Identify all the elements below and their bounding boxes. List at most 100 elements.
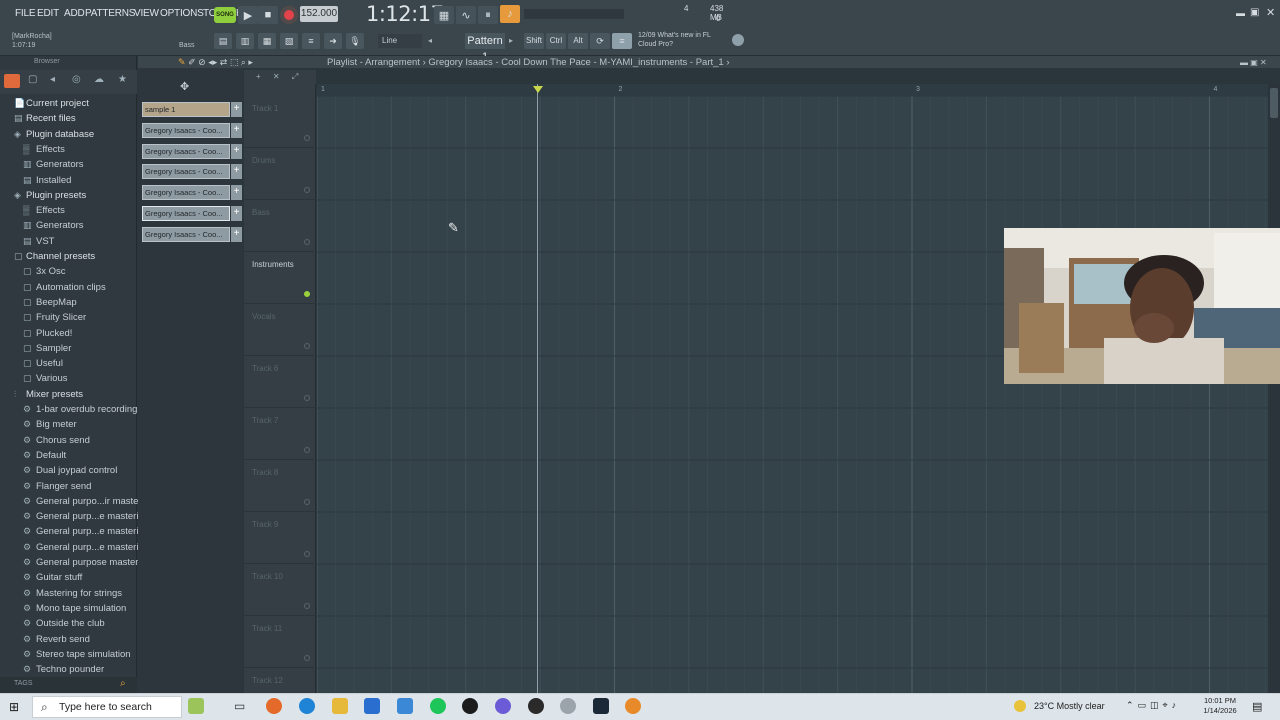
browser-item[interactable]: ⚙ Chorus send [0, 433, 137, 448]
track-header[interactable]: Instruments [244, 252, 316, 304]
menu-patterns[interactable]: PATTERNS [85, 8, 135, 19]
track-mute-icon[interactable] [304, 551, 310, 557]
clip-item[interactable]: Gregory Isaacs - Coo... [142, 185, 230, 201]
notification-icon[interactable]: ▤ [1252, 700, 1262, 713]
track-mute-icon[interactable] [304, 343, 310, 349]
track-header[interactable]: Track 1 [244, 96, 316, 148]
file-icon[interactable]: ▢ [28, 74, 37, 85]
brush-icon[interactable]: ✐ [188, 57, 196, 67]
move-icon[interactable]: ✥ [180, 80, 189, 93]
alt-key-button[interactable]: Alt [568, 33, 588, 49]
browser-item[interactable]: ▤ Recent files [0, 111, 137, 126]
prev-pattern-button[interactable]: ◂ [428, 33, 438, 49]
menu-edit[interactable]: EDIT [37, 8, 59, 19]
browser-item[interactable]: ⚙ Big meter [0, 417, 137, 432]
pencil-icon[interactable]: ✎ [178, 57, 186, 67]
browser-item[interactable]: ⚙ Mastering for strings [0, 586, 137, 601]
track-mute-icon[interactable] [304, 135, 310, 141]
countdown-button[interactable]: ∿ [456, 6, 476, 24]
account-icon[interactable] [732, 34, 744, 46]
star-icon[interactable]: ★ [118, 74, 127, 85]
track-header[interactable]: Track 8 [244, 460, 316, 512]
browser-item[interactable]: ▢ Sampler [0, 341, 137, 356]
plugin-picker-button[interactable]: ➜ [324, 33, 342, 49]
menu-view[interactable]: VIEW [134, 8, 159, 19]
clip-add-icon[interactable]: + [231, 122, 242, 138]
menu-options[interactable]: OPTIONS [160, 8, 204, 19]
blend-notes-button[interactable]: ♪ [500, 5, 520, 23]
browser-item[interactable]: ⚙ Stereo tape simulation [0, 647, 137, 662]
clip-add-icon[interactable]: + [231, 226, 242, 242]
online-button[interactable]: ⟳ [590, 33, 610, 49]
browser-item[interactable]: ⚙ Guitar stuff [0, 570, 137, 585]
play-button[interactable]: ▶ [238, 6, 258, 24]
browser-item[interactable]: ⫶ Mixer presets [0, 387, 137, 402]
shift-key-button[interactable]: Shift [524, 33, 544, 49]
track-mute-icon[interactable] [304, 499, 310, 505]
browser-item[interactable]: ⚙ Outside the club [0, 616, 137, 631]
browser-item[interactable]: ⚙ Dual joypad control [0, 463, 137, 478]
metronome-button[interactable]: ▦ [434, 6, 454, 24]
window-close-icon[interactable]: ✕ [1266, 6, 1275, 19]
browser-item[interactable]: ▤ Installed [0, 173, 137, 188]
browser-item[interactable]: ▒ Effects [0, 142, 137, 157]
task-view-icon[interactable]: ▭ [234, 699, 245, 713]
windows-start-icon[interactable]: ⊞ [9, 700, 19, 714]
color-app-icon[interactable] [266, 698, 282, 714]
store-icon[interactable] [364, 698, 380, 714]
playhead-marker[interactable] [533, 86, 543, 93]
clip-item[interactable]: Gregory Isaacs - Coo... [142, 143, 230, 159]
playlist-grid[interactable] [317, 84, 1268, 694]
weather-text[interactable]: 23°C Mostly clear [1034, 701, 1105, 711]
browser-item[interactable]: ⚙ General purpo...ir mastering [0, 494, 154, 509]
mute-icon[interactable]: ◂▸ [208, 57, 217, 67]
delete-icon[interactable]: ⊘ [198, 57, 206, 67]
playback-icon[interactable]: ▸ [248, 57, 253, 67]
track-header[interactable]: Track 9 [244, 512, 316, 564]
browser-item[interactable]: ▤ VST [0, 234, 137, 249]
browser-item[interactable]: ▢ Automation clips [0, 280, 137, 295]
pattern-selector[interactable]: Pattern 1 [465, 33, 505, 63]
browser-item[interactable]: ▢ 3x Osc [0, 264, 137, 279]
ctrl-key-button[interactable]: Ctrl [546, 33, 566, 49]
browser-item[interactable]: ⚙ Reverb send [0, 632, 137, 647]
track-mute-icon[interactable] [304, 603, 310, 609]
resize-icon[interactable]: ⤢ [292, 72, 298, 81]
clip-item[interactable]: sample 1 [142, 102, 230, 117]
browser-item[interactable]: ▢ Channel presets [0, 249, 137, 264]
song-mode-toggle[interactable]: SONG [214, 7, 236, 23]
menu-add[interactable]: ADD [64, 8, 85, 19]
browser-item[interactable]: ◈ Plugin presets [0, 188, 137, 203]
browser-item[interactable]: ⚙ 1-bar overdub recording [0, 402, 137, 417]
select-icon[interactable]: ⬚ [230, 57, 239, 67]
menu-icon-button[interactable]: ≡ [612, 33, 632, 49]
zoom-icon[interactable]: ⌕ [241, 57, 246, 67]
track-mute-icon[interactable] [304, 239, 310, 245]
stop-button[interactable]: ■ [258, 6, 278, 24]
track-header[interactable]: Track 11 [244, 616, 316, 668]
scrollbar-thumb[interactable] [1270, 88, 1278, 118]
snap-select[interactable]: Line [378, 34, 422, 48]
clip-item[interactable]: Gregory Isaacs - Coo... [142, 122, 230, 138]
window-minimize-icon[interactable]: ▬ [1236, 8, 1245, 18]
track-header[interactable]: Track 7 [244, 408, 316, 460]
clip-add-icon[interactable]: + [231, 206, 242, 221]
clip-add-icon[interactable]: + [231, 164, 242, 180]
track-mute-icon[interactable] [304, 395, 310, 401]
mail-icon[interactable] [397, 698, 413, 714]
wait-for-input-button[interactable]: ⏸ [478, 6, 498, 24]
timeline-ruler[interactable]: 1 2 3 4 [317, 84, 1268, 96]
add-track-icon[interactable]: + [256, 72, 261, 81]
track-mute-icon[interactable] [304, 655, 310, 661]
back-icon[interactable]: ◂ [50, 74, 55, 85]
target-icon[interactable]: ◎ [72, 74, 81, 85]
track-header[interactable]: Track 6 [244, 356, 316, 408]
settings-app-icon[interactable] [560, 698, 576, 714]
browser-item[interactable]: ▢ Plucked! [0, 326, 137, 341]
browser-item[interactable]: ◈ Plugin database [0, 127, 137, 142]
browser-item[interactable]: ⚙ Techno pounder [0, 662, 137, 677]
browser-item[interactable]: ⚙ General purp...e mastering 4 [0, 540, 157, 555]
clip-add-icon[interactable]: + [231, 143, 242, 159]
record-button[interactable] [280, 6, 298, 24]
view-browser-button[interactable]: ≡ [302, 33, 320, 49]
